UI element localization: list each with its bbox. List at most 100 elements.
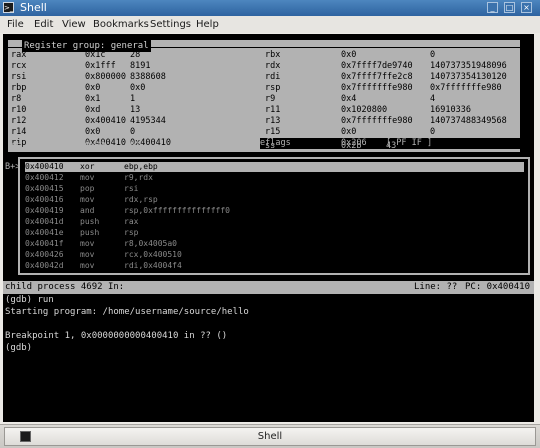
asm-row[interactable]: 0x40042d mov rdi,0x4004f4 <box>25 261 524 271</box>
register-name: r13 <box>265 116 281 126</box>
asm-address: 0x400412 <box>25 173 64 182</box>
process-status: child process 4692 In: <box>5 282 125 292</box>
asm-opcode: push <box>80 217 100 226</box>
menu-settings[interactable]: Settings <box>150 18 191 31</box>
taskbar: Shell <box>0 424 540 448</box>
asm-row[interactable]: 0x40041d push rax <box>25 217 524 227</box>
minimize-button[interactable]: _ <box>487 2 498 13</box>
register-hex: 0x7ffff7ffe2c8 <box>341 72 413 82</box>
register-name: rsi <box>11 72 27 82</box>
register-name: rcx <box>11 61 27 71</box>
asm-operands: rsp,0xfffffffffffffff0 <box>124 206 230 215</box>
terminal-area[interactable]: Register group: general rax 0x1c 28 rcx … <box>3 34 534 422</box>
register-value: 0 <box>430 127 436 137</box>
register-panel: Register group: general rax 0x1c 28 rcx … <box>8 40 520 152</box>
asm-row[interactable]: 0x40041e push rsp <box>25 228 524 238</box>
register-hex: 0x2b <box>341 141 362 151</box>
asm-operands: r9,rdx <box>124 173 153 182</box>
terminal-icon[interactable]: >_ <box>3 2 14 13</box>
register-hex: 0x400410 <box>85 116 126 126</box>
asm-operands: ebp,ebp <box>124 162 158 171</box>
asm-address: 0x400416 <box>25 195 64 204</box>
line-indicator: Line: ?? <box>414 282 458 292</box>
window-title: Shell <box>20 1 47 14</box>
register-name: r10 <box>11 105 27 115</box>
register-value: 1 <box>130 94 136 104</box>
register-name: rax <box>11 50 27 60</box>
console-line: (gdb) run <box>5 295 54 305</box>
close-button[interactable]: × <box>521 2 532 13</box>
title-bar[interactable]: >_ Shell _ □ × <box>0 0 540 16</box>
asm-row[interactable]: 0x400412 mov r9,rdx <box>25 173 524 183</box>
register-hex: 0x1 <box>85 94 101 104</box>
register-value: 4 <box>430 94 436 104</box>
menu-view[interactable]: View <box>62 18 86 31</box>
menu-help[interactable]: Help <box>196 18 219 31</box>
asm-address: 0x400426 <box>25 250 64 259</box>
asm-operands: r8,0x4005a0 <box>124 239 177 248</box>
gdb-status-bar: child process 4692 In: Line: ?? PC: 0x40… <box>3 281 534 294</box>
asm-address: 0x40041e <box>25 228 64 237</box>
asm-row[interactable]: 0x400426 mov rcx,0x400510 <box>25 250 524 260</box>
console-prompt[interactable]: (gdb) <box>5 342 32 354</box>
register-value: 8191 <box>130 61 151 71</box>
register-value: 140737351948096 <box>430 61 507 71</box>
register-hex: 0x1020800 <box>341 105 388 115</box>
menu-file[interactable]: File <box>7 18 24 31</box>
asm-operands: rdi,0x4004f4 <box>124 261 182 270</box>
register-value: 0 <box>130 127 136 137</box>
disassembly-panel[interactable]: 0x400410 xor ebp,ebp 0x400412 mov r9,rdx… <box>18 157 530 275</box>
asm-address: 0x400410 <box>25 162 64 171</box>
register-name: rdx <box>265 61 281 71</box>
register-hex: 0x1fff <box>85 61 116 71</box>
register-value: 140737488349568 <box>430 116 507 126</box>
maximize-button[interactable]: □ <box>504 2 515 13</box>
taskbar-item-shell[interactable]: Shell <box>4 427 536 446</box>
register-hex: 0x7fffffffe980 <box>341 116 413 126</box>
register-value: 51 <box>130 141 141 151</box>
register-hex: 0x0 <box>85 83 101 93</box>
register-hex: 0x0 <box>341 127 357 137</box>
asm-opcode: mov <box>80 250 95 259</box>
asm-row-current[interactable]: 0x400410 xor ebp,ebp <box>25 162 524 172</box>
asm-opcode: xor <box>80 162 95 171</box>
taskbar-item-label: Shell <box>257 431 283 442</box>
register-value: 16910336 <box>430 105 471 115</box>
asm-row[interactable]: 0x400416 mov rdx,rsp <box>25 195 524 205</box>
asm-opcode: push <box>80 228 100 237</box>
register-name: r15 <box>265 127 281 137</box>
register-value: 0 <box>430 50 436 60</box>
shell-window: >_ Shell _ □ × File Edit View Bookmarks … <box>0 0 540 424</box>
console-line: Breakpoint 1, 0x0000000000400410 in ?? (… <box>5 331 228 341</box>
register-name: r12 <box>11 116 27 126</box>
register-hex: 0x0 <box>85 127 101 137</box>
register-value: 28 <box>130 50 141 60</box>
register-hex: 0x800000 <box>85 72 126 82</box>
register-name: r9 <box>265 94 276 104</box>
register-name: r8 <box>11 94 22 104</box>
menu-bookmarks[interactable]: Bookmarks <box>93 18 149 31</box>
menu-edit[interactable]: Edit <box>34 18 53 31</box>
register-hex: 0xd <box>85 105 101 115</box>
register-value: 140737354130120 <box>430 72 507 82</box>
register-name: rsp <box>265 83 281 93</box>
console-line: Starting program: /home/username/source/… <box>5 307 249 317</box>
register-name: ss <box>265 141 276 151</box>
register-value: 43 <box>386 141 397 151</box>
asm-opcode: pop <box>80 184 95 193</box>
register-hex: 0x1c <box>85 50 106 60</box>
register-value: 13 <box>130 105 141 115</box>
asm-address: 0x40041f <box>25 239 64 248</box>
register-name: rbp <box>11 83 27 93</box>
register-hex: 0x7ffff7de9740 <box>341 61 413 71</box>
asm-operands: rdx,rsp <box>124 195 158 204</box>
menu-bar: File Edit View Bookmarks Settings Help <box>0 16 540 33</box>
asm-operands: rcx,0x400510 <box>124 250 182 259</box>
asm-row[interactable]: 0x40041f mov r8,0x4005a0 <box>25 239 524 249</box>
register-hex: 0x4 <box>341 94 357 104</box>
asm-address: 0x400415 <box>25 184 64 193</box>
asm-row[interactable]: 0x400419 and rsp,0xfffffffffffffff0 <box>25 206 524 216</box>
asm-address: 0x40042d <box>25 261 64 270</box>
register-hex: 0x0 <box>341 50 357 60</box>
asm-row[interactable]: 0x400415 pop rsi <box>25 184 524 194</box>
